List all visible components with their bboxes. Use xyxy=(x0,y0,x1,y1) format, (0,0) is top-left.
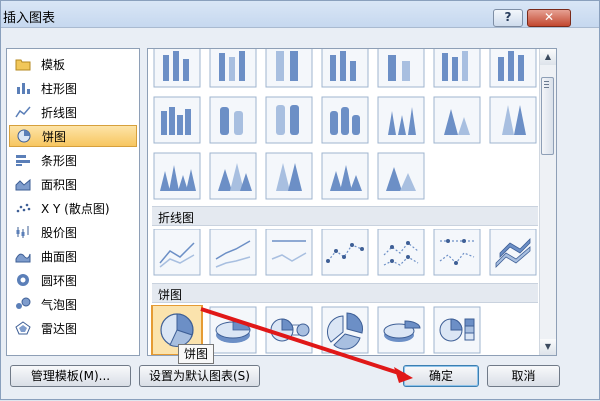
annotation-arrow xyxy=(200,307,413,383)
annotation-arrow-head xyxy=(394,367,413,383)
insert-chart-dialog: 插入图表 ? ✕ 模板 柱形图 折线图 饼图 条形图 面积图 X Y (散点图) 股价图 曲面图… xyxy=(0,0,600,400)
annotation-arrow-line xyxy=(200,307,406,377)
